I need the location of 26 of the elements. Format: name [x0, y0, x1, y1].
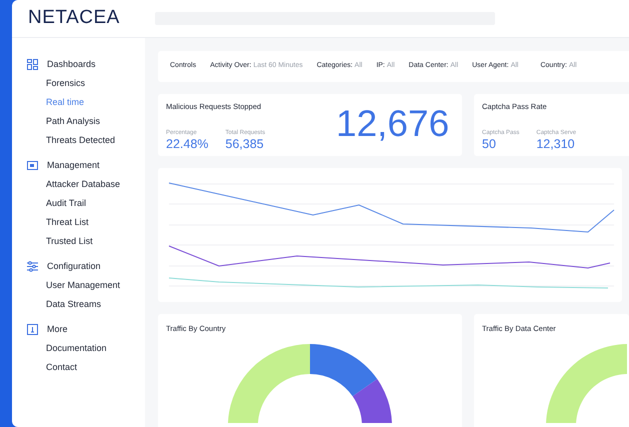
nav-item[interactable]: Documentation	[46, 342, 107, 355]
id-card-icon	[27, 160, 38, 171]
nav-item[interactable]: Threats Detected	[46, 134, 116, 147]
section-heading[interactable]: Dashboards	[47, 58, 96, 71]
nav-item[interactable]: Forensics	[46, 77, 86, 90]
stat-value: 50	[482, 137, 497, 152]
section-heading[interactable]: Management	[47, 159, 100, 172]
nav-item[interactable]: User Management	[46, 279, 120, 292]
nav-item[interactable]: Trusted List	[46, 235, 93, 248]
stat-value: 56,385	[225, 137, 265, 152]
nav-item[interactable]: Data Streams	[46, 298, 102, 311]
logo[interactable]: NETACEA	[28, 4, 138, 33]
stat-value: 12,310	[536, 137, 576, 152]
nav-item[interactable]: Path Analysis	[46, 115, 100, 128]
nav-item[interactable]: Attacker Database	[46, 178, 120, 191]
nav-item[interactable]: Threat List	[46, 216, 89, 229]
nav-item[interactable]: Real time	[46, 96, 84, 109]
grid-icon	[27, 59, 38, 70]
info-box-icon	[27, 324, 38, 335]
nav-item[interactable]: Audit Trail	[46, 197, 86, 210]
nav-item[interactable]: Contact	[46, 361, 78, 374]
section-heading[interactable]: More	[47, 323, 68, 336]
sliders-icon	[27, 261, 38, 272]
big-number: 12,676	[336, 102, 450, 146]
section-heading[interactable]: Configuration	[47, 260, 101, 273]
stat-value: 22.48%	[166, 137, 208, 152]
